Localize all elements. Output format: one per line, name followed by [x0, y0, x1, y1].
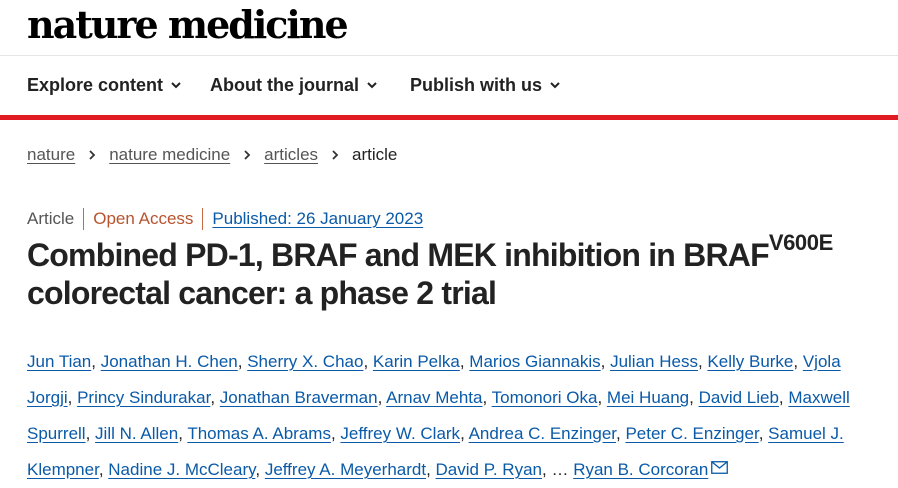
author-link[interactable]: Marios Giannakis — [469, 352, 600, 371]
main-nav: Explore content About the journal Publis… — [0, 56, 898, 115]
breadcrumb-nature[interactable]: nature — [27, 145, 75, 165]
author-link[interactable]: Jun Tian — [27, 352, 91, 371]
article-meta: Article Open Access Published: 26 Januar… — [27, 208, 423, 230]
author-link[interactable]: Jill N. Allen — [95, 424, 178, 443]
chevron-right-icon — [330, 149, 340, 161]
chevron-right-icon — [242, 149, 252, 161]
meta-divider — [202, 208, 204, 230]
mail-icon[interactable] — [711, 461, 729, 474]
author-link[interactable]: Jeffrey A. Meyerhardt — [265, 460, 426, 479]
author-link[interactable]: Jonathan Braverman — [220, 388, 378, 407]
nav-label: Publish with us — [410, 75, 543, 95]
author-link[interactable]: Sherry X. Chao — [247, 352, 363, 371]
author-link[interactable]: Arnav Mehta — [386, 388, 482, 407]
article-title: Combined PD-1, BRAF and MEK inhibition i… — [27, 232, 887, 312]
accent-divider — [0, 115, 898, 120]
article-type: Article — [27, 209, 75, 228]
chevron-down-icon — [171, 82, 181, 89]
author-link[interactable]: Jonathan H. Chen — [101, 352, 238, 371]
authors-ellipsis[interactable]: … — [551, 460, 568, 479]
author-link[interactable]: Thomas A. Abrams — [187, 424, 331, 443]
author-list: Jun Tian, Jonathan H. Chen, Sherry X. Ch… — [27, 352, 850, 479]
chevron-down-icon — [550, 82, 560, 89]
breadcrumb-current: article — [352, 145, 398, 164]
author-link[interactable]: Princy Sindurakar — [77, 388, 210, 407]
author-link[interactable]: David Lieb — [699, 388, 779, 407]
breadcrumb: nature nature medicine articles article — [27, 145, 397, 165]
author-link[interactable]: Julian Hess — [610, 352, 698, 371]
meta-divider — [83, 208, 85, 230]
nav-label: About the journal — [210, 75, 359, 95]
corresponding-author-link[interactable]: Ryan B. Corcoran — [573, 460, 708, 479]
chevron-down-icon — [367, 82, 377, 89]
author-link[interactable]: David P. Ryan — [436, 460, 542, 479]
nav-about-journal[interactable]: About the journal — [210, 74, 378, 96]
author-link[interactable]: Andrea C. Enzinger — [469, 424, 616, 443]
open-access-label: Open Access — [93, 209, 194, 228]
chevron-right-icon — [87, 149, 97, 161]
title-superscript: V600E — [768, 230, 833, 256]
author-link[interactable]: Karin Pelka — [373, 352, 460, 371]
breadcrumb-nature-medicine[interactable]: nature medicine — [109, 145, 230, 165]
nav-explore-content[interactable]: Explore content — [27, 74, 182, 96]
author-link[interactable]: Tomonori Oka — [492, 388, 598, 407]
author-link[interactable]: Jeffrey W. Clark — [340, 424, 460, 443]
masthead: nature medicine — [0, 0, 898, 56]
site-logo[interactable]: nature medicine — [27, 2, 349, 48]
title-main: Combined PD-1, BRAF and MEK inhibition i… — [27, 237, 770, 273]
nav-publish-with-us[interactable]: Publish with us — [410, 74, 561, 96]
breadcrumb-articles[interactable]: articles — [264, 145, 318, 165]
author-link[interactable]: Peter C. Enzinger — [625, 424, 758, 443]
published-date-link[interactable]: Published: 26 January 2023 — [212, 208, 423, 230]
author-link[interactable]: Nadine J. McCleary — [108, 460, 255, 479]
author-link[interactable]: Mei Huang — [607, 388, 689, 407]
title-rest: colorectal cancer: a phase 2 trial — [27, 275, 497, 311]
nav-label: Explore content — [27, 75, 164, 95]
author-link[interactable]: Kelly Burke — [707, 352, 793, 371]
